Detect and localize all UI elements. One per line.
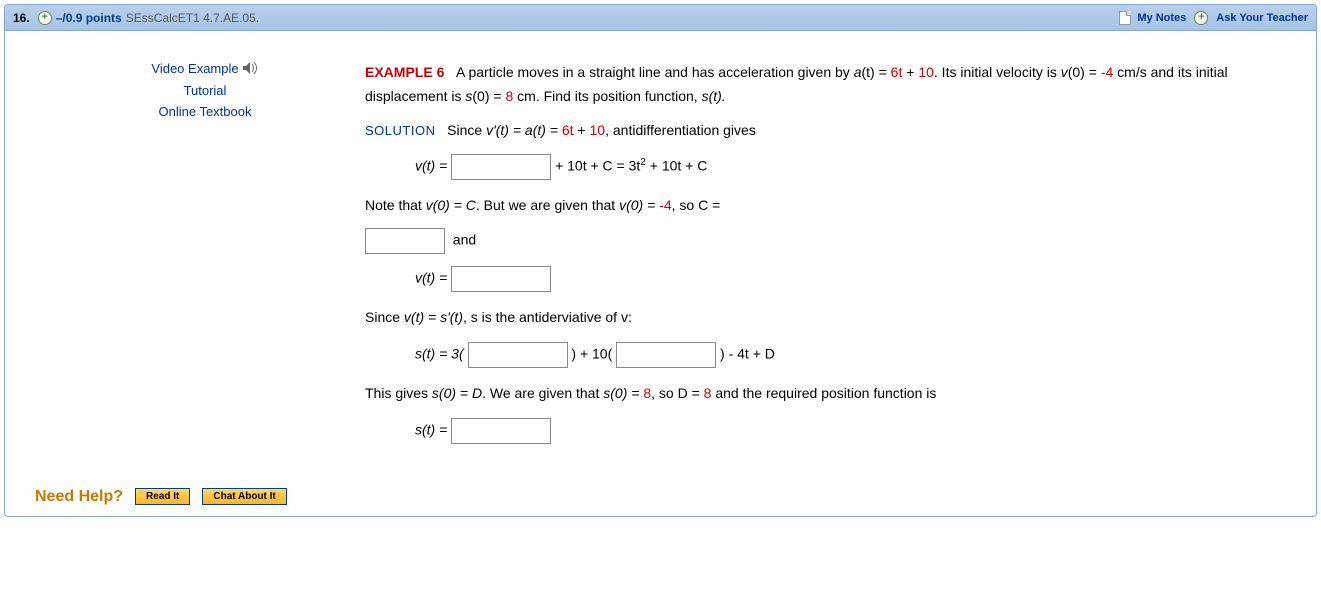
answer-input-5[interactable] bbox=[616, 342, 716, 368]
text: s(0) = D bbox=[432, 385, 482, 401]
textbook-link[interactable]: Online Textbook bbox=[45, 104, 365, 119]
points-display: –/0.9 points bbox=[56, 11, 122, 25]
text: s(0) = bbox=[603, 385, 643, 401]
sound-icon bbox=[243, 62, 259, 77]
question-number: 16. bbox=[13, 11, 30, 25]
var-v: v bbox=[1061, 64, 1068, 80]
text: , so D = bbox=[651, 385, 704, 401]
text: and the required position function is bbox=[711, 385, 936, 401]
chat-about-it-button[interactable]: Chat About It bbox=[202, 488, 286, 505]
note-v0: Note that v(0) = C. But we are given tha… bbox=[365, 194, 1296, 218]
answer-input-4[interactable] bbox=[468, 342, 568, 368]
tutorial-link[interactable]: Tutorial bbox=[45, 83, 365, 98]
video-example-link[interactable]: Video Example bbox=[45, 61, 365, 77]
text: + 10t + C = 3t bbox=[555, 158, 640, 174]
text: . Its initial velocity is bbox=[934, 64, 1061, 80]
text: , so C = bbox=[672, 197, 721, 213]
content-area: Video Example Tutorial Online Textbook E… bbox=[5, 31, 1316, 478]
question-body: EXAMPLE 6 A particle moves in a straight… bbox=[365, 51, 1296, 458]
equation-vt2: v(t) = bbox=[415, 266, 1296, 292]
text: v(0) = C bbox=[426, 197, 476, 213]
ask-teacher-link[interactable]: Ask Your Teacher bbox=[1216, 12, 1308, 24]
expand-icon[interactable]: + bbox=[38, 11, 52, 25]
answer-input-2[interactable] bbox=[365, 228, 445, 254]
text: , s is the antiderviative of v: bbox=[463, 309, 632, 325]
text: v(0) = bbox=[619, 197, 659, 213]
text: This gives bbox=[365, 385, 432, 401]
text: ) - 4t + D bbox=[720, 346, 775, 362]
solution-label: SOLUTION bbox=[365, 123, 435, 138]
text: s(t) = 3( bbox=[415, 346, 464, 362]
answer-input-3[interactable] bbox=[451, 266, 551, 292]
text: A particle moves in a straight line and … bbox=[456, 64, 854, 80]
equation-vt: v(t) = + 10t + C = 3t2 + 10t + C bbox=[415, 154, 1296, 180]
equation-st-final: s(t) = bbox=[415, 418, 1296, 444]
text: v'(t) = a(t) = bbox=[486, 122, 562, 138]
question-header: 16. + –/0.9 points SEssCalcET1 4.7.AE.05… bbox=[5, 5, 1316, 31]
assignment-id: SEssCalcET1 4.7.AE.05. bbox=[126, 11, 259, 25]
text: v(t) = s'(t) bbox=[404, 309, 463, 325]
text: . We are given that bbox=[482, 385, 603, 401]
val-neg4: -4 bbox=[1101, 64, 1113, 80]
example-label: EXAMPLE 6 bbox=[365, 64, 444, 80]
val-6t: 6t bbox=[891, 64, 903, 80]
text: 8 bbox=[643, 385, 651, 401]
text: (t) = bbox=[862, 64, 891, 80]
text: + bbox=[902, 64, 918, 80]
var-st: s(t). bbox=[702, 88, 726, 104]
text: -4 bbox=[659, 197, 671, 213]
c-input-row: and bbox=[365, 228, 1296, 254]
plus-icon[interactable]: + bbox=[1194, 11, 1208, 25]
problem-statement: EXAMPLE 6 A particle moves in a straight… bbox=[365, 61, 1296, 109]
answer-input-1[interactable] bbox=[451, 154, 551, 180]
text: and bbox=[453, 232, 476, 248]
text: cm. Find its position function, bbox=[513, 88, 701, 104]
text: 6t bbox=[562, 122, 574, 138]
text: 10 bbox=[590, 122, 606, 138]
text: s(t) = bbox=[415, 421, 451, 437]
my-notes-link[interactable]: My Notes bbox=[1137, 12, 1186, 24]
var-a: a bbox=[854, 64, 862, 80]
val-10: 10 bbox=[918, 64, 934, 80]
text: (0) = bbox=[472, 88, 505, 104]
equation-st: s(t) = 3( ) + 10( ) - 4t + D bbox=[415, 342, 1296, 368]
text: + 10t + C bbox=[646, 158, 707, 174]
text: Since bbox=[447, 122, 486, 138]
note-icon bbox=[1119, 11, 1131, 25]
resource-sidebar: Video Example Tutorial Online Textbook bbox=[45, 51, 365, 458]
read-it-button[interactable]: Read It bbox=[135, 488, 190, 505]
answer-input-6[interactable] bbox=[451, 418, 551, 444]
need-help-label: Need Help? bbox=[35, 488, 123, 506]
text: v(t) = bbox=[415, 270, 451, 286]
video-label: Video Example bbox=[151, 61, 238, 76]
question-container: 16. + –/0.9 points SEssCalcET1 4.7.AE.05… bbox=[4, 4, 1317, 517]
text: Note that bbox=[365, 197, 426, 213]
need-help-row: Need Help? Read It Chat About It bbox=[5, 478, 1316, 516]
text: ) + 10( bbox=[571, 346, 612, 362]
text: v(t) = bbox=[415, 158, 451, 174]
text: . But we are given that bbox=[476, 197, 619, 213]
text: , antidifferentiation gives bbox=[605, 122, 756, 138]
text: (0) = bbox=[1068, 64, 1101, 80]
since-vs: Since v(t) = s'(t), s is the antiderviat… bbox=[365, 306, 1296, 330]
gives-s0: This gives s(0) = D. We are given that s… bbox=[365, 382, 1296, 406]
text: + bbox=[574, 122, 590, 138]
text: Since bbox=[365, 309, 404, 325]
solution-line-1: SOLUTION Since v'(t) = a(t) = 6t + 10, a… bbox=[365, 119, 1296, 143]
